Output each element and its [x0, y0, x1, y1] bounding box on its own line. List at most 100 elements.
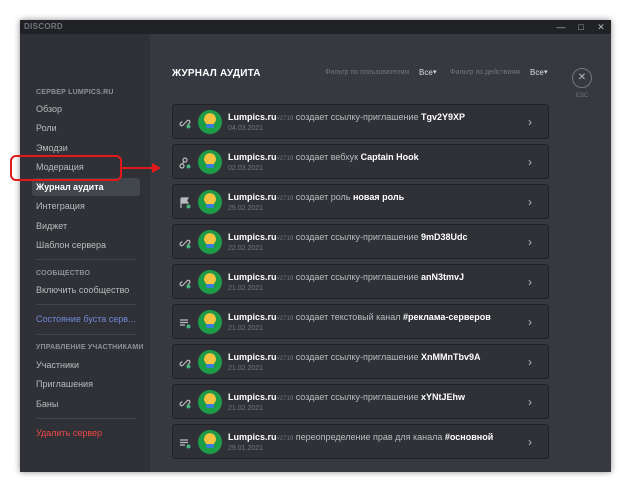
webhook-icon	[179, 156, 191, 169]
filter-user-label: Фильтр по пользователям	[325, 69, 410, 76]
sidebar-item-enable-community[interactable]: Включить сообщество	[32, 281, 140, 299]
entry-username: Lumpics.ru	[228, 272, 277, 282]
entry-date: 21.02.2021	[228, 365, 264, 372]
entry-summary: Lumpics.ru#2719 создает вебхук Captain H…	[228, 152, 419, 162]
sidebar-divider	[36, 259, 136, 260]
entry-username: Lumpics.ru	[228, 112, 277, 122]
audit-log-highlight	[10, 155, 122, 181]
entry-target: anN3tmvJ	[420, 272, 464, 282]
entry-date: 21.02.2021	[228, 325, 264, 332]
members-header: УПРАВЛЕНИЕ УЧАСТНИКАМИ	[36, 344, 144, 351]
filter-action-select[interactable]: Все	[530, 68, 544, 77]
entry-summary: Lumpics.ru#2719 создает ссылку-приглашен…	[228, 352, 480, 362]
entry-action: переопределение прав для канала	[293, 432, 445, 442]
minimize-button[interactable]: —	[551, 20, 571, 34]
entry-username: Lumpics.ru	[228, 432, 277, 442]
entry-discriminator: #2719	[276, 196, 294, 202]
entry-summary: Lumpics.ru#2719 создает ссылку-приглашен…	[228, 272, 464, 282]
chevron-right-icon[interactable]: ›	[528, 155, 532, 169]
chevron-right-icon[interactable]: ›	[528, 435, 532, 449]
entry-summary: Lumpics.ru#2719 переопределение прав для…	[228, 432, 493, 442]
link-icon	[179, 236, 191, 249]
close-window-button[interactable]: ✕	[591, 20, 611, 34]
esc-label: ESC	[576, 93, 589, 99]
link-icon	[179, 276, 191, 289]
entry-username: Lumpics.ru	[228, 392, 277, 402]
sidebar-item-delete-server[interactable]: Удалить сервер	[32, 424, 140, 442]
entry-action: создает ссылку-приглашение	[293, 392, 421, 402]
audit-log-entry[interactable]: Lumpics.ru#2719 создает вебхук Captain H…	[172, 144, 549, 179]
entry-action: создает вебхук	[293, 152, 361, 162]
chevron-right-icon[interactable]: ›	[528, 275, 532, 289]
filter-user-select[interactable]: Все	[419, 68, 433, 77]
entry-date: 25.02.2021	[228, 205, 264, 212]
entry-action: создает ссылку-приглашение	[293, 272, 421, 282]
community-header: СООБЩЕСТВО	[36, 270, 91, 277]
entry-discriminator: #2719	[276, 356, 294, 362]
sidebar-item-widget[interactable]: Виджет	[32, 217, 140, 235]
entry-discriminator: #2719	[276, 236, 294, 242]
sidebar-item-roles[interactable]: Роли	[32, 119, 140, 137]
avatar	[198, 110, 222, 134]
entry-summary: Lumpics.ru#2719 создает роль новая роль	[228, 192, 404, 202]
sidebar-item-boost-status[interactable]: Состояние буста серв...	[32, 310, 140, 328]
entry-target: Tgv2Y9XP	[420, 112, 465, 122]
entry-username: Lumpics.ru	[228, 352, 277, 362]
close-settings-button[interactable]: ✕	[572, 68, 592, 88]
avatar	[198, 350, 222, 374]
entry-action: создает текстовый канал	[293, 312, 403, 322]
audit-log-entry[interactable]: Lumpics.ru#2719 создает ссылку-приглашен…	[172, 104, 549, 139]
sidebar-item-members[interactable]: Участники	[32, 356, 140, 374]
audit-log-entry[interactable]: Lumpics.ru#2719 создает ссылку-приглашен…	[172, 384, 549, 419]
entry-target: #реклама-серверов	[402, 312, 491, 322]
sidebar-item-server-template[interactable]: Шаблон сервера	[32, 236, 140, 254]
chevron-right-icon[interactable]: ›	[528, 355, 532, 369]
audit-log-entry[interactable]: Lumpics.ru#2719 переопределение прав для…	[172, 424, 549, 459]
audit-log-entry[interactable]: Lumpics.ru#2719 создает ссылку-приглашен…	[172, 344, 549, 379]
entry-action: создает ссылку-приглашение	[293, 352, 421, 362]
server-header: СЕРВЕР LUMPICS.RU	[36, 89, 114, 96]
chevron-down-icon[interactable]: ▾	[544, 68, 548, 76]
entry-username: Lumpics.ru	[228, 192, 277, 202]
discord-window: DISCORD — □ ✕ СЕРВЕР LUMPICS.RU Обзор Ро…	[20, 20, 611, 472]
app-brand: DISCORD	[24, 22, 63, 31]
entry-date: 29.01.2021	[228, 445, 264, 452]
entry-target: новая роль	[352, 192, 405, 202]
entry-username: Lumpics.ru	[228, 232, 277, 242]
entry-username: Lumpics.ru	[228, 312, 277, 322]
sidebar-item-bans[interactable]: Баны	[32, 395, 140, 413]
audit-log-entry[interactable]: Lumpics.ru#2719 создает ссылку-приглашен…	[172, 264, 549, 299]
chevron-right-icon[interactable]: ›	[528, 235, 532, 249]
avatar	[198, 230, 222, 254]
maximize-button[interactable]: □	[571, 20, 591, 34]
audit-log-entry[interactable]: Lumpics.ru#2719 создает роль новая роль 2…	[172, 184, 549, 219]
chevron-right-icon[interactable]: ›	[528, 195, 532, 209]
link-icon	[179, 356, 191, 369]
entry-target: 9mD38Udc	[420, 232, 468, 242]
entry-target: #основной	[444, 432, 494, 442]
chevron-down-icon[interactable]: ▾	[433, 68, 437, 76]
entry-action: создает ссылку-приглашение	[293, 232, 421, 242]
entry-discriminator: #2719	[276, 396, 294, 402]
sidebar-item-overview[interactable]: Обзор	[32, 100, 140, 118]
avatar	[198, 310, 222, 334]
entry-discriminator: #2719	[276, 436, 294, 442]
entry-username: Lumpics.ru	[228, 152, 277, 162]
link-icon	[179, 396, 191, 409]
sidebar-item-integration[interactable]: Интеграция	[32, 197, 140, 215]
entry-date: 02.03.2021	[228, 165, 264, 172]
avatar	[198, 190, 222, 214]
settings-sidebar: СЕРВЕР LUMPICS.RU Обзор Роли Эмодзи Моде…	[20, 34, 150, 472]
link-icon	[179, 116, 191, 129]
page-title: ЖУРНАЛ АУДИТА	[172, 68, 261, 79]
audit-log-entry[interactable]: Lumpics.ru#2719 создает текстовый канал …	[172, 304, 549, 339]
entry-target: Captain Hook	[360, 152, 419, 162]
chevron-right-icon[interactable]: ›	[528, 315, 532, 329]
entry-date: 22.02.2021	[228, 245, 264, 252]
entry-action: создает роль	[293, 192, 353, 202]
entry-date: 04.03.2021	[228, 125, 264, 132]
sidebar-item-invites[interactable]: Приглашения	[32, 375, 140, 393]
chevron-right-icon[interactable]: ›	[528, 395, 532, 409]
audit-log-entry[interactable]: Lumpics.ru#2719 создает ссылку-приглашен…	[172, 224, 549, 259]
chevron-right-icon[interactable]: ›	[528, 115, 532, 129]
